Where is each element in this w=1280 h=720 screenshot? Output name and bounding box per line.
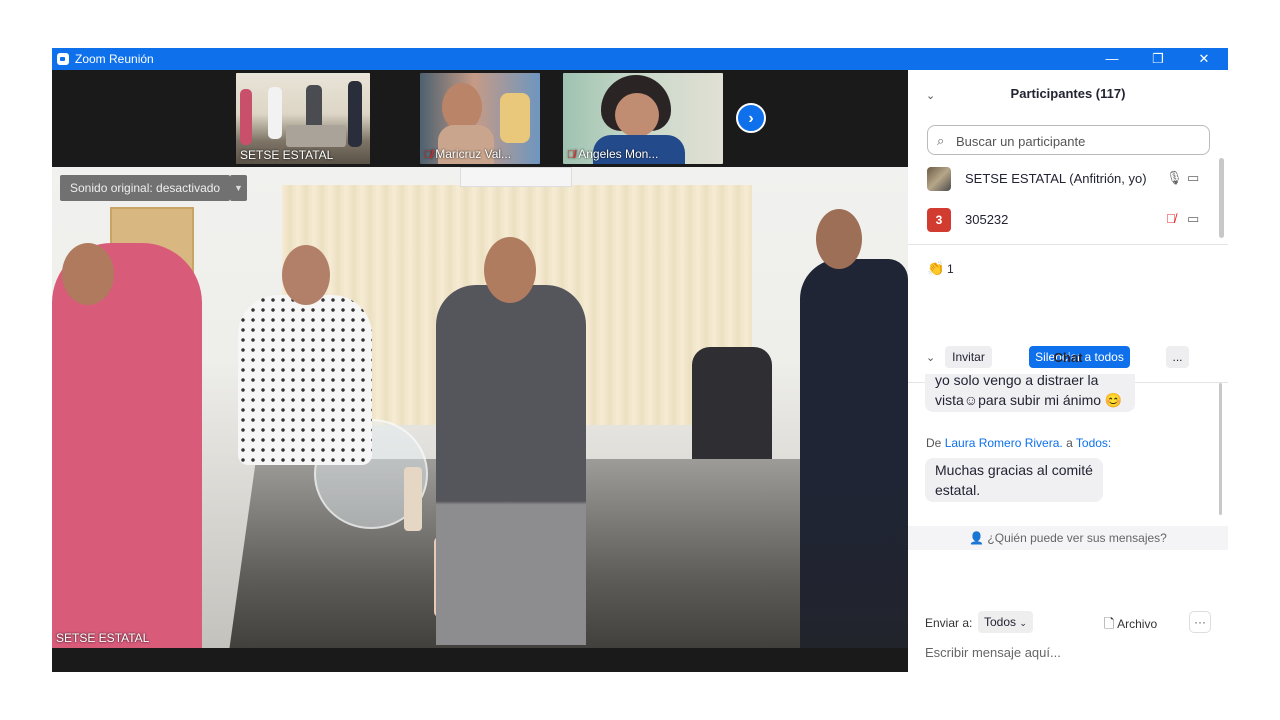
mic-muted-icon: 🎙̸: [424, 149, 433, 161]
send-to-label: Enviar a:: [925, 616, 973, 630]
reaction-count: 1: [947, 262, 954, 276]
title-bar: Zoom Reunión — ❐ ✕: [52, 48, 1228, 70]
person-gray-shirt: [436, 285, 586, 645]
air-conditioner: [460, 167, 572, 187]
office-chair: [692, 347, 772, 477]
chat-message: yo solo vengo a distraer la vista☺para s…: [925, 374, 1135, 412]
participant-search-input[interactable]: [954, 130, 1208, 152]
person-pink-dress: [52, 243, 202, 648]
microphone-icon[interactable]: 🎙: [1166, 170, 1183, 186]
mic-muted-icon: 🎙̸: [567, 149, 576, 161]
chat-messages: yo solo vengo a distraer la vista☺para s…: [908, 374, 1218, 526]
chat-input[interactable]: [925, 642, 1211, 662]
close-button[interactable]: ✕: [1181, 48, 1227, 70]
person-polka-blouse: [238, 295, 372, 465]
participant-row[interactable]: SETSE ESTATAL (Anfitrión, yo) 🎙 ▭: [908, 159, 1218, 199]
thumbnail-video[interactable]: 🎙̸ Maricruz Val...: [420, 73, 540, 164]
person-head: [282, 245, 330, 305]
video-camera-off-icon[interactable]: ▭: [1187, 170, 1199, 186]
person-head: [62, 243, 114, 305]
thumbnail-video[interactable]: 🎙̸ Angeles Mon...: [563, 73, 723, 164]
zoom-app-icon: [57, 53, 69, 65]
restore-button[interactable]: ❐: [1135, 48, 1181, 70]
participant-search[interactable]: ⌕: [927, 125, 1210, 155]
chevron-right-icon: ›: [748, 110, 754, 127]
water-bottle: [404, 467, 422, 531]
chevron-down-icon[interactable]: ▼: [230, 175, 247, 201]
chat-message-meta: De Laura Romero Rivera. a Todos:: [926, 436, 1112, 450]
person-head: [484, 237, 536, 303]
file-icon: 🗋: [1104, 616, 1115, 631]
active-speaker-name: SETSE ESTATAL: [56, 631, 150, 645]
main-video[interactable]: Sonido original: desactivado ▼ SETSE EST…: [52, 167, 908, 648]
minimize-button[interactable]: —: [1089, 48, 1135, 70]
person-lock-icon: 👤: [969, 531, 985, 545]
sender-link[interactable]: Laura Romero Rivera.: [945, 436, 1063, 450]
chat-message: Muchas gracias al comité estatal.: [925, 458, 1103, 502]
participant-name: 305232: [965, 212, 1009, 227]
chat-scrollbar[interactable]: [1219, 383, 1222, 515]
participant-name: SETSE ESTATAL (Anfitrión, yo): [965, 171, 1147, 186]
chat-header: Chat: [1053, 350, 1083, 365]
thumbnail-name: 🎙̸ Maricruz Val...: [424, 147, 512, 161]
video-area: SETSE ESTATAL 🎙̸ Maricruz Val... 🎙̸ Angele…: [52, 70, 908, 672]
recipient-select[interactable]: Todos ⌄: [978, 611, 1033, 633]
file-button[interactable]: 🗋 Archivo: [1104, 615, 1157, 637]
window-title: Zoom Reunión: [75, 52, 154, 66]
search-icon: ⌕: [937, 133, 945, 148]
next-page-button[interactable]: ›: [736, 103, 766, 133]
participants-scrollbar[interactable]: [1219, 158, 1224, 238]
divider: [908, 244, 1228, 245]
thumbnail-name: 🎙̸ Angeles Mon...: [567, 147, 659, 161]
avatar: [927, 167, 951, 191]
person-vest: [800, 259, 908, 648]
side-panel: ⌄ Participantes (117) ⌕ SETSE ESTATAL (A…: [908, 70, 1228, 672]
avatar: 3: [927, 208, 951, 232]
person-head: [816, 209, 862, 269]
thumbnail-video[interactable]: SETSE ESTATAL: [236, 73, 370, 164]
zoom-window: Zoom Reunión — ❐ ✕ SETSE ESTATAL 🎙̸ Maric…: [52, 48, 1228, 672]
video-camera-off-icon[interactable]: ▭: [1187, 211, 1199, 227]
chat-more-button[interactable]: ···: [1189, 611, 1211, 633]
chevron-down-icon: ⌄: [1019, 618, 1027, 628]
microphone-muted-icon[interactable]: 🎙̸: [1166, 211, 1176, 226]
thumbnail-name: SETSE ESTATAL: [240, 148, 334, 162]
original-sound-button[interactable]: Sonido original: desactivado: [60, 175, 231, 201]
clapping-hands-icon: 👏: [927, 260, 945, 276]
recipient-link[interactable]: Todos:: [1076, 436, 1111, 450]
participant-row[interactable]: 3 305232 🎙̸ ▭: [908, 200, 1218, 240]
who-can-see-notice[interactable]: 👤 ¿Quién puede ver sus mensajes?: [908, 526, 1228, 550]
participants-header: Participantes (117): [1010, 86, 1126, 101]
